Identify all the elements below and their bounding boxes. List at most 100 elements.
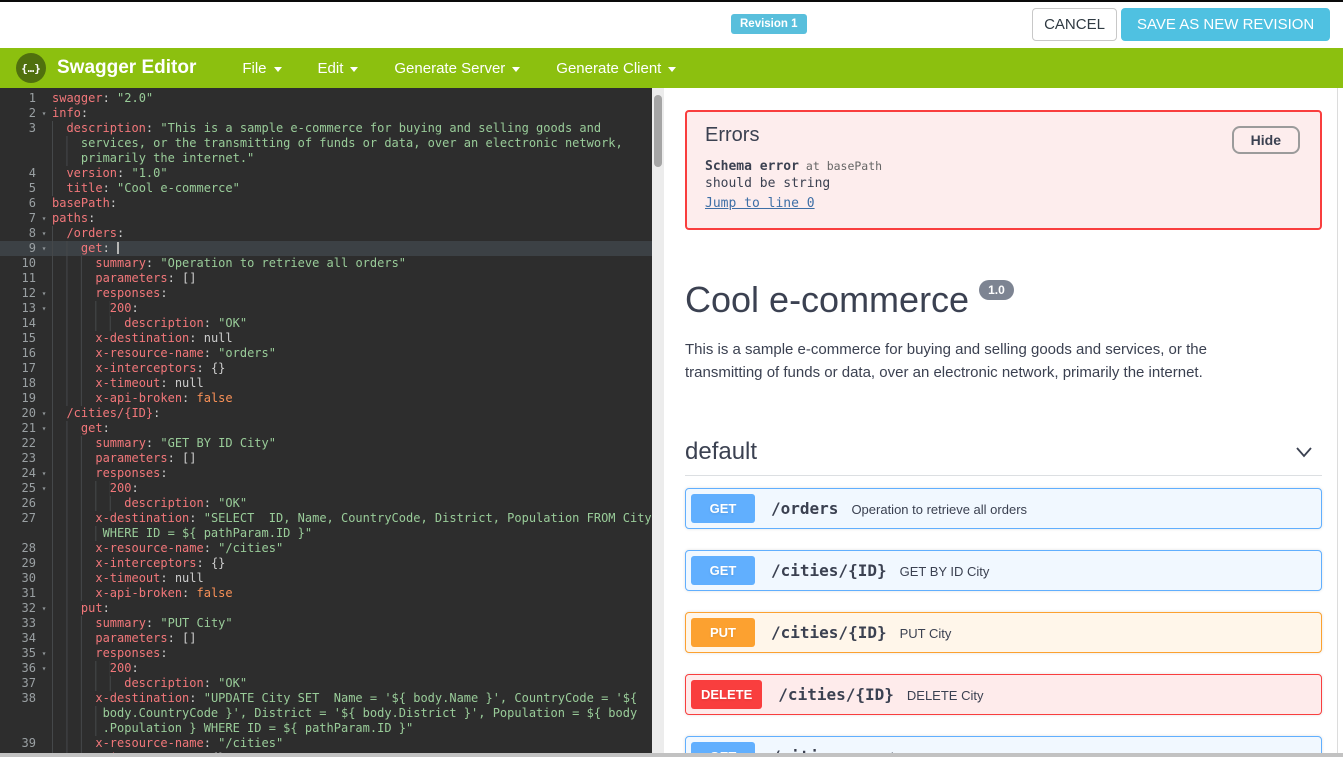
cancel-button[interactable]: CANCEL (1032, 8, 1117, 41)
code-line[interactable]: 25▾200: (0, 481, 652, 496)
save-as-new-revision-button[interactable]: SAVE AS NEW REVISION (1121, 8, 1330, 41)
code-line[interactable]: 2▾info: (0, 106, 652, 121)
operation-get--cities-id-[interactable]: GET /cities/{ID} GET BY ID City (685, 550, 1322, 591)
api-version-badge: 1.0 (979, 280, 1014, 300)
window-bottom-edge (0, 753, 1343, 757)
fold-toggle-icon[interactable]: ▾ (36, 406, 52, 421)
fold-toggle-icon[interactable]: ▾ (36, 421, 52, 436)
code-line[interactable]: WHERE ID = ${ pathParam.ID }" (0, 526, 652, 541)
operation-put--cities-id-[interactable]: PUT /cities/{ID} PUT City (685, 612, 1322, 653)
line-number: 35 (0, 646, 36, 661)
caret-down-icon (350, 67, 358, 72)
code-line[interactable]: 6basePath: (0, 196, 652, 211)
errors-panel: Errors Hide Schema errorat basePath shou… (685, 110, 1322, 230)
fold-spacer (36, 271, 52, 286)
hide-errors-button[interactable]: Hide (1232, 126, 1300, 154)
fold-spacer (36, 721, 52, 736)
editor-scrollbar[interactable] (652, 88, 664, 757)
code-line[interactable]: 19x-api-broken: false (0, 391, 652, 406)
menu-generate-server[interactable]: Generate Server (394, 60, 520, 77)
code-text: summary: "GET BY ID City" (52, 436, 652, 451)
line-number: 2 (0, 106, 36, 121)
code-line[interactable]: 11parameters: [] (0, 271, 652, 286)
code-line[interactable]: 29x-interceptors: {} (0, 556, 652, 571)
code-line[interactable]: 12▾responses: (0, 286, 652, 301)
code-line[interactable]: 5title: "Cool e-commerce" (0, 181, 652, 196)
code-text: get: (52, 421, 652, 436)
code-line[interactable]: 7▾paths: (0, 211, 652, 226)
code-line[interactable]: 16x-resource-name: "orders" (0, 346, 652, 361)
code-line[interactable]: 39x-resource-name: "/cities" (0, 736, 652, 751)
code-text: x-api-broken: false (52, 391, 652, 406)
code-line[interactable]: 27x-destination: "SELECT ID, Name, Count… (0, 511, 652, 526)
code-line[interactable]: 15x-destination: null (0, 331, 652, 346)
fold-spacer (36, 151, 52, 166)
fold-spacer (36, 316, 52, 331)
code-line[interactable]: 32▾put: (0, 601, 652, 616)
error-item: Schema errorat basePath (705, 155, 1302, 174)
code-line[interactable]: 1swagger: "2.0" (0, 91, 652, 106)
code-line[interactable]: 38x-destination: "UPDATE City SET Name =… (0, 691, 652, 706)
code-line[interactable]: 21▾get: (0, 421, 652, 436)
operation-summary: GET BY ID City (900, 562, 990, 579)
line-number: 4 (0, 166, 36, 181)
fold-toggle-icon[interactable]: ▾ (36, 466, 52, 481)
line-number: 16 (0, 346, 36, 361)
code-editor[interactable]: 1swagger: "2.0"2▾info:3description: "Thi… (0, 88, 652, 757)
menu-edit[interactable]: Edit (318, 60, 359, 77)
code-line[interactable]: 20▾/cities/{ID}: (0, 406, 652, 421)
operation-get--orders[interactable]: GET /orders Operation to retrieve all or… (685, 488, 1322, 529)
fold-toggle-icon[interactable]: ▾ (36, 646, 52, 661)
fold-toggle-icon[interactable]: ▾ (36, 481, 52, 496)
line-number: 15 (0, 331, 36, 346)
code-line[interactable]: 3description: "This is a sample e-commer… (0, 121, 652, 136)
code-text: description: "OK" (52, 496, 652, 511)
code-line[interactable]: 8▾/orders: (0, 226, 652, 241)
code-line[interactable]: 31x-api-broken: false (0, 586, 652, 601)
code-line[interactable]: 35▾responses: (0, 646, 652, 661)
code-line[interactable]: 34parameters: [] (0, 631, 652, 646)
code-line[interactable]: 23parameters: [] (0, 451, 652, 466)
jump-to-line-link[interactable]: Jump to line 0 (705, 196, 815, 211)
tag-header[interactable]: default (685, 437, 1322, 476)
code-line[interactable]: 22summary: "GET BY ID City" (0, 436, 652, 451)
menu-file[interactable]: File (242, 60, 281, 77)
fold-toggle-icon[interactable]: ▾ (36, 106, 52, 121)
operation-path: /cities/{ID} (771, 623, 887, 642)
code-line[interactable]: 28x-resource-name: "/cities" (0, 541, 652, 556)
fold-spacer (36, 526, 52, 541)
code-line[interactable]: services, or the transmitting of funds o… (0, 136, 652, 151)
fold-toggle-icon[interactable]: ▾ (36, 211, 52, 226)
fold-toggle-icon[interactable]: ▾ (36, 601, 52, 616)
fold-spacer (36, 361, 52, 376)
code-line[interactable]: 10summary: "Operation to retrieve all or… (0, 256, 652, 271)
code-line[interactable]: 13▾200: (0, 301, 652, 316)
code-line[interactable]: 24▾responses: (0, 466, 652, 481)
line-number: 17 (0, 361, 36, 376)
code-line[interactable]: 26description: "OK" (0, 496, 652, 511)
editor-scrollbar-thumb[interactable] (654, 95, 662, 167)
fold-toggle-icon[interactable]: ▾ (36, 301, 52, 316)
code-line[interactable]: 14description: "OK" (0, 316, 652, 331)
code-line[interactable]: primarily the internet." (0, 151, 652, 166)
code-text: get: (52, 241, 652, 256)
code-line[interactable]: 33summary: "PUT City" (0, 616, 652, 631)
code-line[interactable]: 37description: "OK" (0, 676, 652, 691)
fold-toggle-icon[interactable]: ▾ (36, 241, 52, 256)
code-line[interactable]: 17x-interceptors: {} (0, 361, 652, 376)
code-line[interactable]: 9▾get: (0, 241, 652, 256)
operation-summary: PUT City (900, 624, 952, 641)
fold-spacer (36, 556, 52, 571)
operation-delete--cities-id-[interactable]: DELETE /cities/{ID} DELETE City (685, 674, 1322, 715)
code-line[interactable]: 36▾200: (0, 661, 652, 676)
code-line[interactable]: .Population } WHERE ID = ${ pathParam.ID… (0, 721, 652, 736)
fold-toggle-icon[interactable]: ▾ (36, 661, 52, 676)
line-number (0, 151, 36, 166)
menu-generate-client[interactable]: Generate Client (556, 60, 676, 77)
fold-toggle-icon[interactable]: ▾ (36, 226, 52, 241)
code-line[interactable]: 30x-timeout: null (0, 571, 652, 586)
code-line[interactable]: body.CountryCode }', District = '${ body… (0, 706, 652, 721)
code-line[interactable]: 4version: "1.0" (0, 166, 652, 181)
code-line[interactable]: 18x-timeout: null (0, 376, 652, 391)
fold-toggle-icon[interactable]: ▾ (36, 286, 52, 301)
